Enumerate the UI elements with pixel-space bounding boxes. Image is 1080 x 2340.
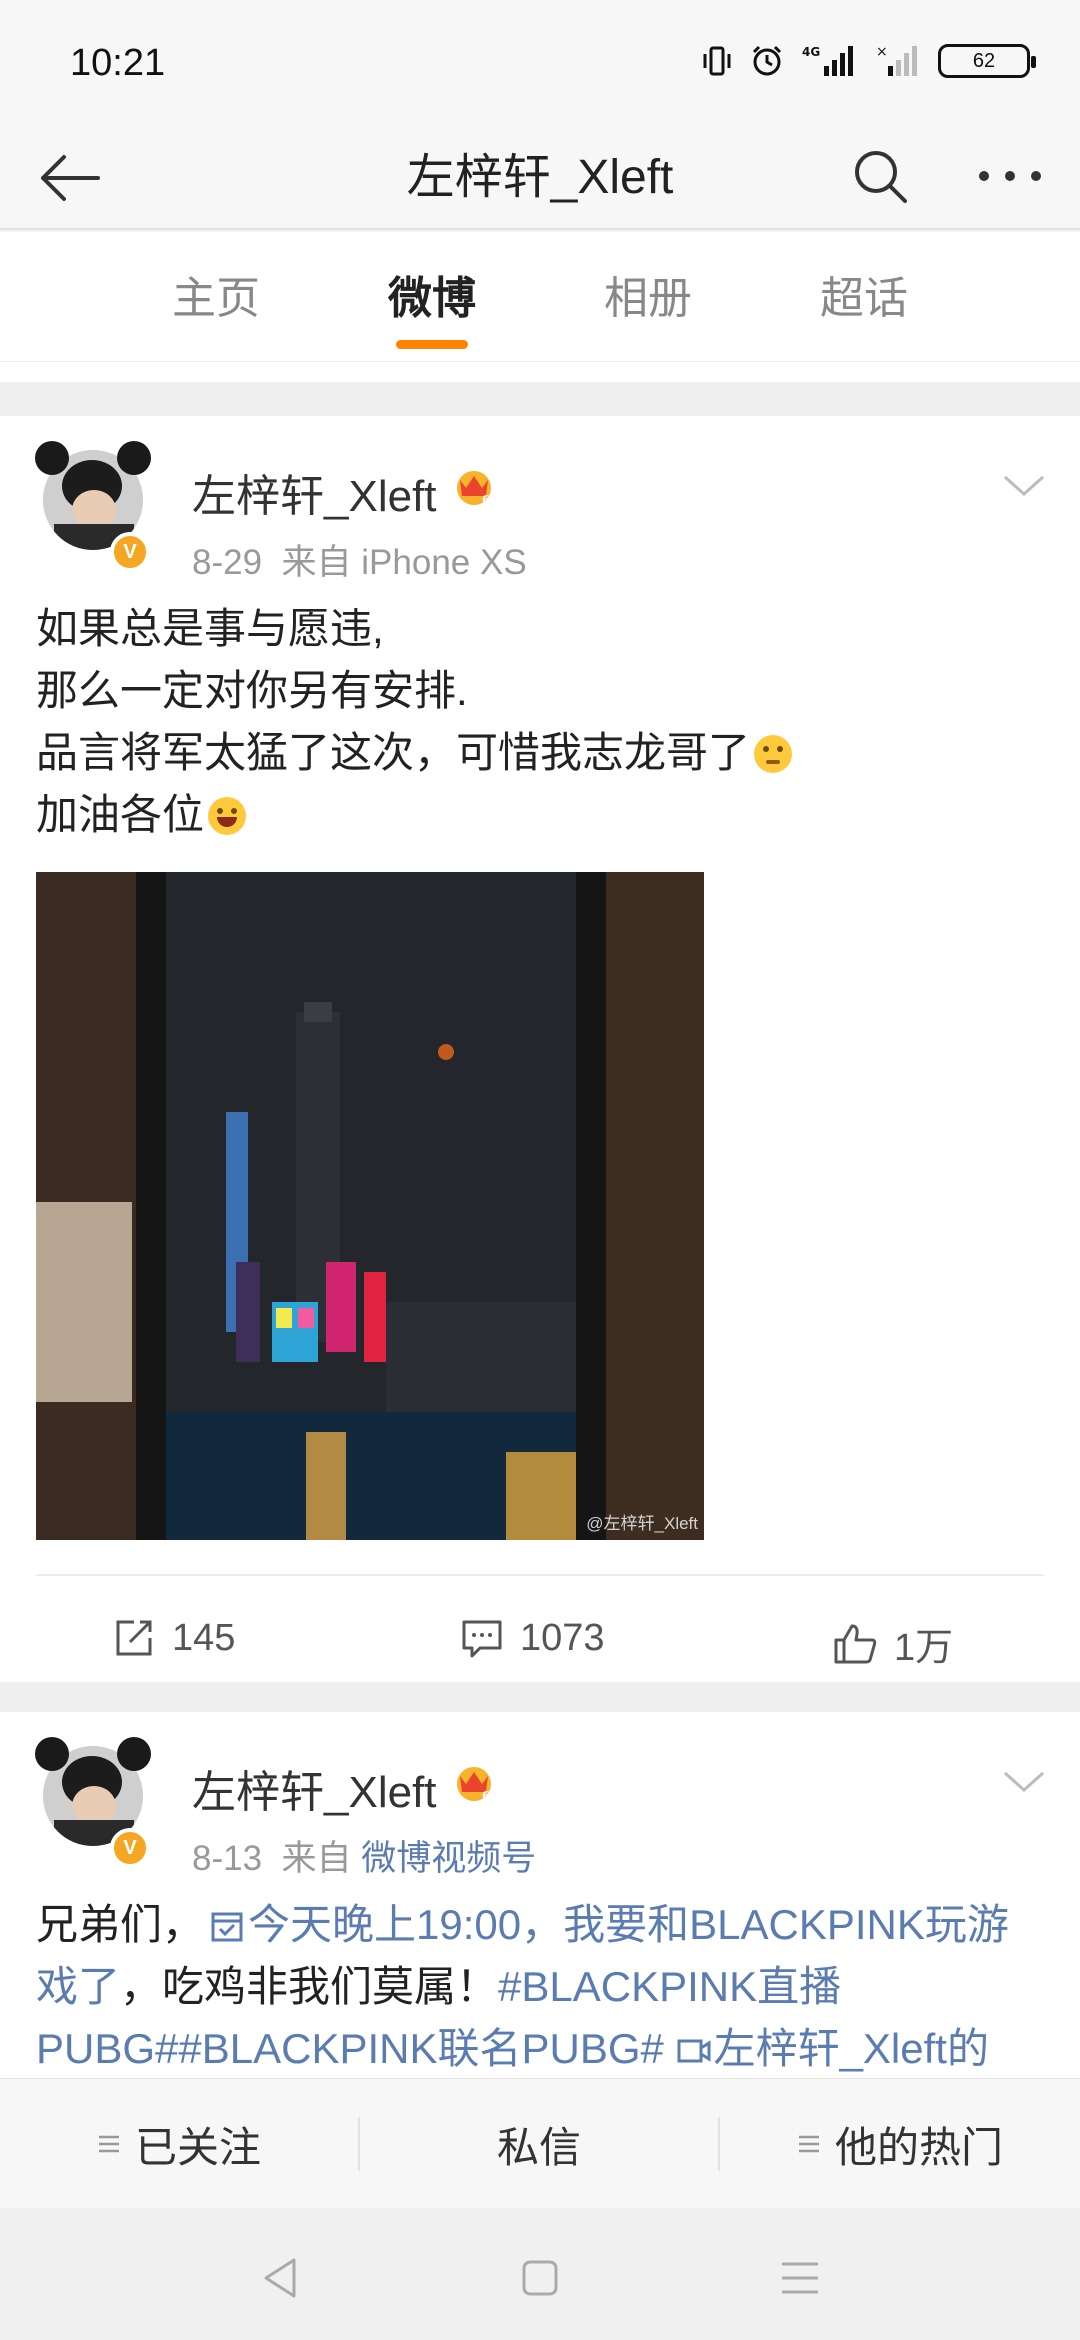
post-text-plain: 兄弟们， [36,1901,205,1948]
post-meta: 8-13 来自 微博视频号 [192,1830,536,1881]
thumbs-up-icon [834,1624,877,1663]
alarm-icon [752,45,782,76]
spacer [0,1682,1080,1712]
square-home-icon [522,2260,558,2296]
chevron-down-icon [1003,1771,1045,1793]
vip-crown-icon: 6 [457,1767,491,1802]
smirk-emoji-icon [754,735,793,773]
post-card[interactable]: V 左梓轩_Xleft 6 8-29 来自 iPhone XS 如果总是事与愿违… [0,416,1080,1682]
signal-4g-icon: 4G [802,45,853,76]
signal-weak-icon: × [876,44,917,76]
post-meta: 8-29 来自 iPhone XS [192,534,527,585]
svg-text:×: × [876,44,888,60]
post-line: 那么一定对你另有安排. [36,667,468,714]
search-button[interactable] [840,136,920,216]
repost-count: 145 [172,1616,236,1659]
comment-count: 1073 [520,1616,605,1659]
repost-icon [116,1620,152,1656]
hot-posts-button[interactable]: 他的热门 [720,2079,1080,2209]
menu-lines-icon [798,2135,819,2153]
post-username[interactable]: 左梓轩_Xleft [192,460,437,524]
verified-badge: V [110,1828,150,1868]
post-line-with-emoji: 加油各位 [36,784,1046,846]
post-line: 加油各位 [36,791,205,838]
svg-text:4G: 4G [802,45,820,59]
post-line: 品言将军太猛了这次，可惜我志龙哥了 [36,729,751,776]
tab-album[interactable]: 相册 [578,262,718,326]
profile-tabs: 主页 微博 相册 超话 [0,232,1080,362]
repost-button[interactable]: 145 [112,1616,235,1660]
menu-lines-icon [98,2135,119,2153]
comment-icon [462,1620,502,1658]
post-date: 8-29 [192,543,263,582]
post-text: 兄弟们， 今天晚上19:00，我要和BLACKPINK玩游戏了，吃鸡非我们莫属！#… [36,1894,1046,2080]
post-menu-button[interactable] [996,466,1052,506]
spacer [0,362,1080,382]
post-card[interactable]: V 左梓轩_Xleft 6 8-13 来自 微博视频号 兄弟们， 今天晚上19:0… [0,1712,1080,2082]
post-date: 8-13 [192,1839,263,1878]
post-menu-button[interactable] [996,1762,1052,1802]
post-source-prefix: 来自 [281,1839,352,1878]
tab-super-topic[interactable]: 超话 [794,262,934,326]
battery-icon: 62 [938,44,1036,78]
verified-badge: V [110,532,150,572]
status-icons: 4G × 62 [702,44,1036,78]
divider [36,1574,1044,1576]
vibrate-icon [703,46,731,76]
like-button[interactable]: 1万 [832,1616,953,1671]
tab-weibo[interactable]: 微博 [362,262,502,326]
message-label: 私信 [496,2123,581,2171]
post-source: iPhone XS [361,543,527,582]
chevron-down-icon [1003,475,1045,497]
comment-button[interactable]: 1073 [460,1616,605,1660]
post-line: 如果总是事与愿违, [36,605,384,652]
system-nav-bar [0,2208,1080,2340]
post-line-with-emoji: 品言将军太猛了这次，可惜我志龙哥了 [36,722,1046,784]
post-source-link[interactable]: 微博视频号 [361,1839,536,1878]
hot-posts-label: 他的热门 [834,2123,1003,2171]
status-time: 10:21 [70,42,166,84]
post-username[interactable]: 左梓轩_Xleft [192,1756,437,1820]
image-watermark: @左梓轩_Xleft [586,1514,698,1533]
triangle-back-icon [264,2258,296,2298]
svg-text:6: 6 [482,493,490,506]
search-icon [855,151,907,203]
post-source-prefix: 来自 [281,543,352,582]
vip-crown-icon: 6 [457,471,491,506]
nav-recents-button[interactable] [770,2248,830,2308]
post-text: 如果总是事与愿违, 那么一定对你另有安排. 品言将军太猛了这次，可惜我志龙哥了 … [36,598,1046,846]
status-bar: 10:21 4G × 62 [0,0,1080,120]
video-link[interactable]: 左梓轩_Xleft的 [714,2025,989,2072]
following-button[interactable]: 已关注 [0,2079,358,2209]
like-count: 1万 [894,1627,954,1669]
laugh-emoji-icon [208,797,247,835]
nav-back-button[interactable] [250,2248,310,2308]
nav-home-button[interactable] [510,2248,570,2308]
post-text-plain: ，吃鸡非我们莫属！ [120,1963,499,2010]
video-icon [677,2039,711,2063]
post-image[interactable]: @左梓轩_Xleft [36,872,704,1540]
calendar-icon [211,1912,243,1942]
spacer [0,382,1080,416]
city-night-photo [36,872,704,1540]
more-dots-icon [979,171,1041,181]
following-label: 已关注 [134,2123,261,2171]
menu-recents-icon [782,2262,818,2294]
title-bar: 左梓轩_Xleft [0,120,1080,230]
tab-indicator [396,340,468,349]
more-button[interactable] [970,136,1050,216]
tab-home[interactable]: 主页 [146,262,286,326]
profile-action-bar: 已关注 私信 他的热门 [0,2078,1080,2208]
svg-text:6: 6 [482,1789,490,1802]
message-button[interactable]: 私信 [360,2079,718,2209]
